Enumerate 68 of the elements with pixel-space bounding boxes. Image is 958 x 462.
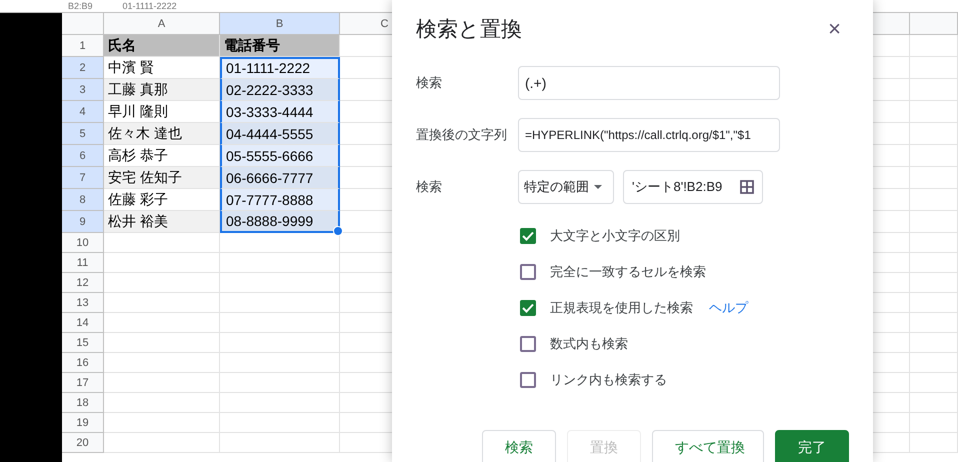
row-number[interactable]: 18: [62, 393, 104, 413]
table-cell: 早川 隆則: [104, 101, 220, 123]
column-title-cell: 氏名: [104, 35, 220, 57]
row-number[interactable]: 20: [62, 433, 104, 453]
row-number[interactable]: 13: [62, 293, 104, 313]
checkbox[interactable]: [520, 372, 536, 388]
table-cell: 03-3333-4444: [220, 101, 340, 123]
field-label: 検索: [416, 74, 443, 92]
fill-handle[interactable]: [333, 226, 343, 236]
table-cell: 佐々木 達也: [104, 123, 220, 145]
row-number[interactable]: 16: [62, 353, 104, 373]
table-cell: 佐藤 彩子: [104, 189, 220, 211]
column-header[interactable]: B: [220, 13, 340, 35]
table-cell: 高杉 恭子: [104, 145, 220, 167]
input-field[interactable]: =HYPERLINK("https://call.ctrlq.org/$1","$1: [518, 118, 780, 152]
option-label: 正規表現を使用した検索: [550, 299, 693, 317]
row-number[interactable]: 8: [62, 189, 104, 211]
range-field[interactable]: 'シート8'!B2:B9: [623, 170, 763, 204]
option-label: リンク内も検索する: [550, 371, 667, 389]
column-title-cell: 電話番号: [220, 35, 340, 57]
row-number[interactable]: 1: [62, 35, 104, 57]
table-cell: 07-7777-8888: [220, 189, 340, 211]
help-link[interactable]: ヘルプ: [709, 299, 748, 317]
checkbox[interactable]: [520, 264, 536, 280]
row-number[interactable]: 4: [62, 101, 104, 123]
table-cell: 松井 裕美: [104, 211, 220, 233]
table-cell: 05-5555-6666: [220, 145, 340, 167]
table-cell: 01-1111-2222: [220, 57, 340, 79]
dialog-button[interactable]: 完了: [775, 430, 849, 462]
option-label: 数式内も検索: [550, 335, 628, 353]
scope-dropdown[interactable]: 特定の範囲: [518, 170, 614, 204]
checkbox[interactable]: [520, 228, 536, 244]
close-button[interactable]: ×: [820, 18, 849, 40]
table-cell: 04-4444-5555: [220, 123, 340, 145]
row-number[interactable]: 12: [62, 273, 104, 293]
field-label: 検索: [416, 178, 443, 196]
row-number[interactable]: 7: [62, 167, 104, 189]
row-number[interactable]: 10: [62, 233, 104, 253]
dialog-button[interactable]: すべて置換: [652, 430, 764, 462]
table-cell: 06-6666-7777: [220, 167, 340, 189]
grid-icon[interactable]: [740, 180, 754, 194]
row-number[interactable]: 3: [62, 79, 104, 101]
row-number[interactable]: 11: [62, 253, 104, 273]
row-number[interactable]: 14: [62, 313, 104, 333]
table-cell: 安宅 佐知子: [104, 167, 220, 189]
option-label: 完全に一致するセルを検索: [550, 263, 706, 281]
row-number[interactable]: 9: [62, 211, 104, 233]
table-cell: 08-8888-9999: [220, 211, 340, 233]
input-field[interactable]: (.+): [518, 66, 780, 100]
formula-text: 01-1111-2222: [122, 1, 177, 11]
row-number[interactable]: 6: [62, 145, 104, 167]
cell-reference: B2:B9: [68, 1, 93, 11]
table-cell: 工藤 真那: [104, 79, 220, 101]
column-header[interactable]: A: [104, 13, 220, 35]
row-number[interactable]: 17: [62, 373, 104, 393]
option-label: 大文字と小文字の区別: [550, 227, 680, 245]
dialog-button[interactable]: 検索: [482, 430, 556, 462]
field-label: 置換後の文字列: [416, 126, 508, 144]
checkbox[interactable]: [520, 336, 536, 352]
checkbox[interactable]: [520, 300, 536, 316]
checkmark-icon: [522, 303, 534, 313]
row-number[interactable]: 2: [62, 57, 104, 79]
row-number[interactable]: 5: [62, 123, 104, 145]
table-cell: 02-2222-3333: [220, 79, 340, 101]
table-cell: 中濱 賢: [104, 57, 220, 79]
checkmark-icon: [522, 231, 534, 241]
row-number[interactable]: 19: [62, 413, 104, 433]
row-number[interactable]: 15: [62, 333, 104, 353]
